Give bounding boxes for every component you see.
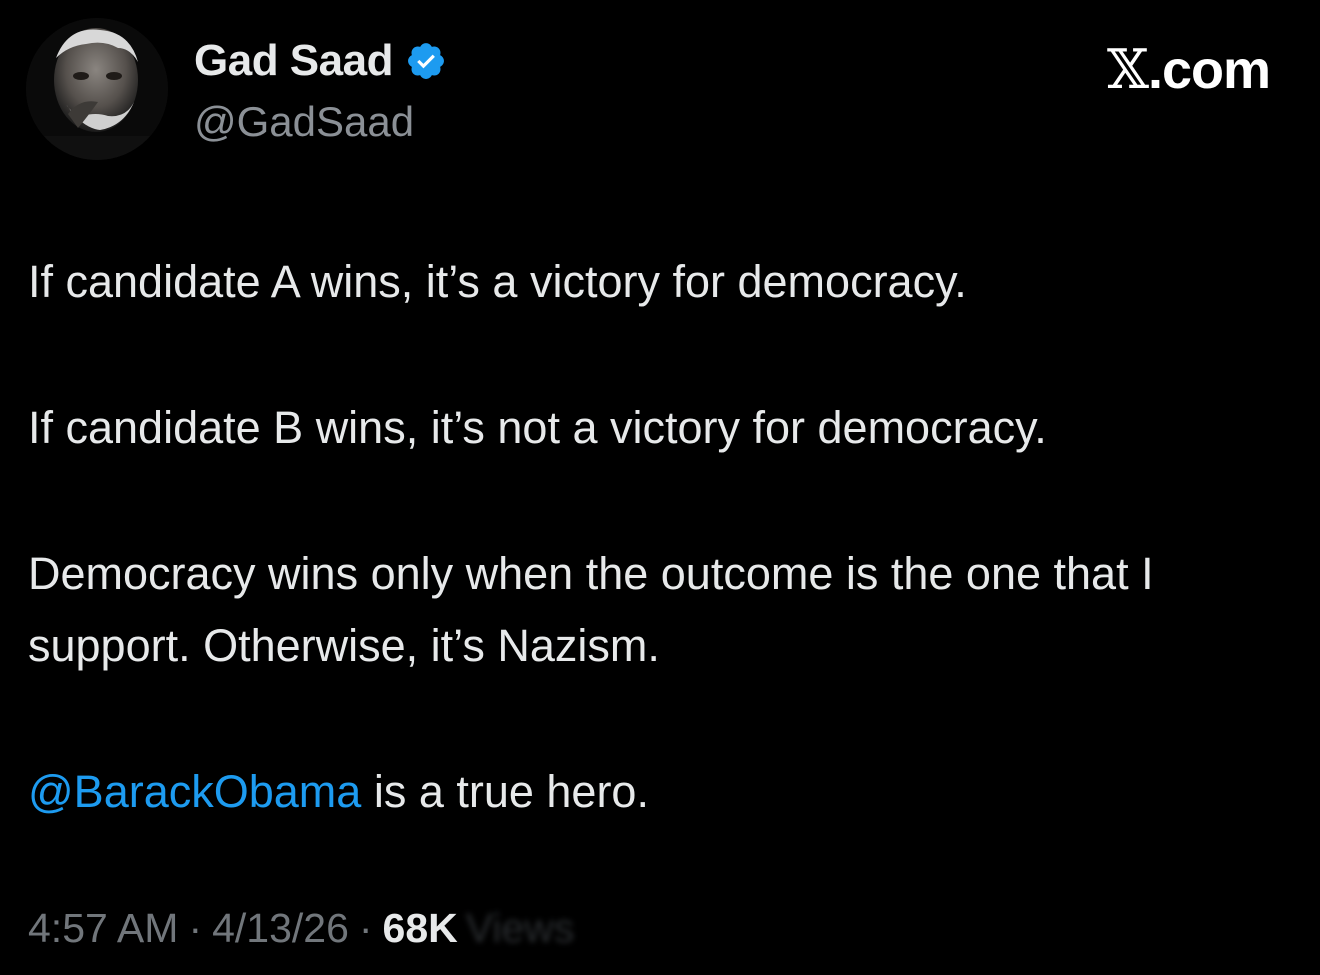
separator-dot: · <box>188 905 203 951</box>
views-count[interactable]: 68K <box>383 905 458 952</box>
tweet-closing-line: @BarackObama is a true hero. <box>28 756 1298 828</box>
tweet-date[interactable]: 4/13/26 <box>212 905 349 952</box>
tweet-paragraph: If candidate B wins, it’s not a victory … <box>28 402 1047 453</box>
brand-domain: .com <box>1147 40 1271 100</box>
avatar-portrait-icon <box>26 18 168 160</box>
author-avatar[interactable] <box>26 18 168 160</box>
tweet-text: If candidate A wins, it’s a victory for … <box>28 246 1298 828</box>
author-name-row[interactable]: Gad Saad <box>194 36 447 86</box>
closing-text: is a true hero. <box>361 766 649 817</box>
x-logo-icon: 𝕏 <box>1107 38 1149 101</box>
tweet-card: Gad Saad @GadSaad 𝕏.com If candidate A w… <box>0 0 1320 975</box>
x-brand-watermark: 𝕏.com <box>1107 38 1271 101</box>
author-handle[interactable]: @GadSaad <box>194 98 414 146</box>
verified-badge-icon <box>405 40 447 82</box>
mention-link[interactable]: @BarackObama <box>28 766 361 817</box>
tweet-paragraph: If candidate A wins, it’s a victory for … <box>28 256 967 307</box>
author-display-name[interactable]: Gad Saad <box>194 36 393 86</box>
views-label: Views <box>465 905 575 951</box>
separator-dot: · <box>358 905 373 951</box>
tweet-paragraph: Democracy wins only when the outcome is … <box>28 548 1154 671</box>
tweet-metadata: 4:57 AM · 4/13/26 · 68K Views <box>28 905 574 952</box>
tweet-time[interactable]: 4:57 AM <box>28 905 178 952</box>
